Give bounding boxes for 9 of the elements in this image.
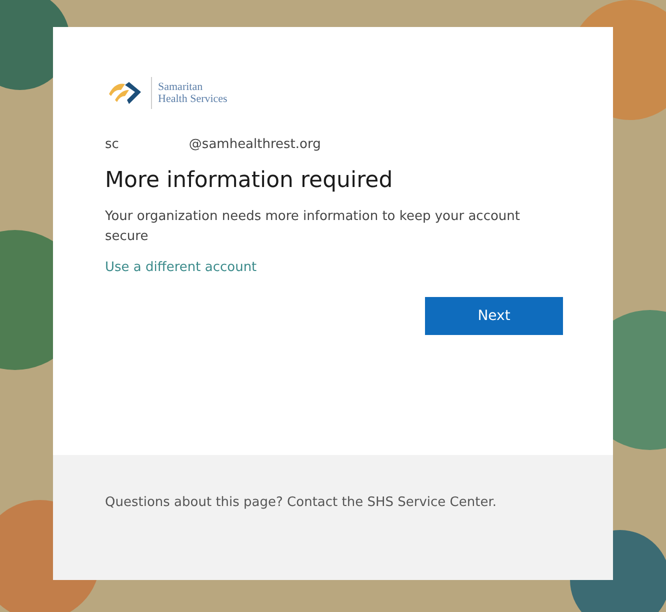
logo-text: Samaritan [158, 80, 204, 93]
account-domain: @samhealthrest.org [188, 137, 321, 152]
next-button[interactable]: Next [425, 297, 563, 335]
footer-text: Questions about this page? Contact the SHS Service Center. [105, 494, 498, 512]
logo-text: Health Services [158, 93, 228, 106]
message-text: Your organization needs more information to keep your account secure [105, 208, 521, 246]
account-name: sc [105, 137, 119, 152]
page-title: More information required [105, 168, 394, 193]
different-account-link[interactable]: Use a different account [105, 260, 257, 275]
